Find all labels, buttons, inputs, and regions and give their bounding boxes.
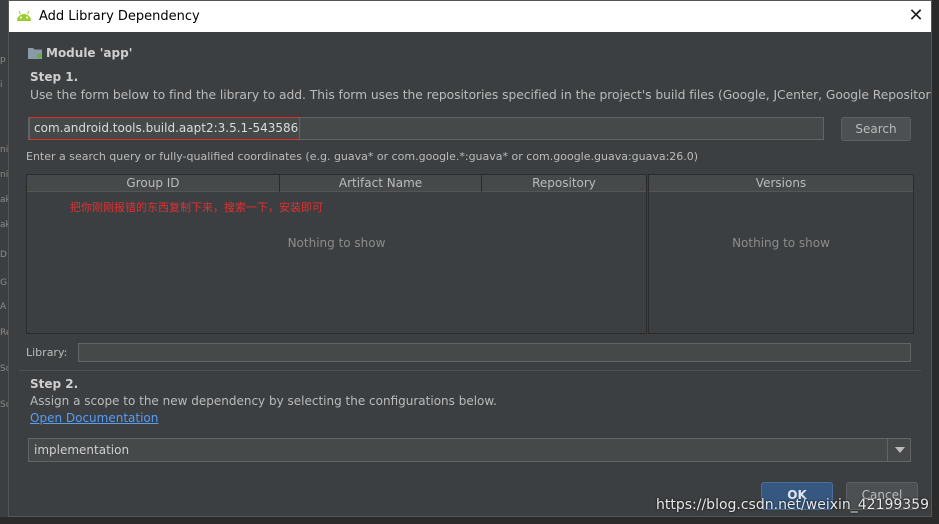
bg-letter: i xyxy=(0,80,3,90)
library-label: Library: xyxy=(26,346,68,359)
bg-letter: ak xyxy=(0,220,8,230)
column-header-versions[interactable]: Versions xyxy=(649,175,913,192)
results-empty-text: Nothing to show xyxy=(287,236,386,250)
bg-letter: A xyxy=(0,302,7,312)
dialog-title: Add Library Dependency xyxy=(39,9,200,24)
title-bar: Add Library Dependency ✕ xyxy=(9,1,931,32)
add-library-dependency-dialog: Add Library Dependency ✕ Module 'app' St… xyxy=(8,0,932,517)
watermark-text: https://blog.csdn.net/weixin_42199359 xyxy=(656,497,930,513)
library-field[interactable] xyxy=(78,343,911,362)
column-header-group-id[interactable]: Group ID xyxy=(27,175,279,192)
step1-heading: Step 1. xyxy=(30,70,79,84)
module-title: Module 'app' xyxy=(46,46,133,60)
bg-letter: ni xyxy=(0,170,8,180)
background-window-strip: p i ni ni ak ak D G A Re Sc Sc xyxy=(0,0,8,524)
step2-heading: Step 2. xyxy=(30,377,79,391)
bg-letter: Sc xyxy=(0,400,8,410)
background-bottom-strip xyxy=(0,517,939,524)
step2-description: Assign a scope to the new dependency by … xyxy=(30,394,497,408)
section-divider xyxy=(19,370,921,371)
versions-empty-text: Nothing to show xyxy=(732,236,830,250)
select-separator xyxy=(887,439,888,461)
search-button[interactable]: Search xyxy=(841,117,911,141)
bg-letter: p xyxy=(0,55,6,65)
step1-description: Use the form below to find the library t… xyxy=(30,88,932,102)
search-hint: Enter a search query or fully-qualified … xyxy=(26,150,699,163)
versions-table[interactable]: Versions Nothing to show xyxy=(648,174,914,334)
results-table[interactable]: Group ID Artifact Name Repository 把你刚刚报错… xyxy=(26,174,647,334)
bg-letter: Re xyxy=(0,328,8,338)
scope-select-value: implementation xyxy=(34,443,130,457)
close-icon[interactable]: ✕ xyxy=(905,5,927,27)
annotation-text: 把你刚刚报错的东西复制下来，搜索一下，安装即可 xyxy=(70,201,323,214)
chevron-down-icon[interactable] xyxy=(895,447,905,453)
open-documentation-link[interactable]: Open Documentation xyxy=(30,411,158,425)
android-icon xyxy=(17,10,31,21)
bg-letter: ak xyxy=(0,195,8,205)
bg-letter: ni xyxy=(0,145,8,155)
module-folder-icon xyxy=(28,48,42,59)
search-input[interactable]: com.android.tools.build.aapt2:3.5.1-5435… xyxy=(29,117,300,140)
bg-letter: Sc xyxy=(0,364,8,374)
column-header-artifact-name[interactable]: Artifact Name xyxy=(280,175,481,192)
column-header-repository[interactable]: Repository xyxy=(482,175,646,192)
scope-select[interactable]: implementation xyxy=(28,438,911,462)
bg-letter: D xyxy=(0,250,7,260)
bg-letter: G xyxy=(0,278,7,288)
